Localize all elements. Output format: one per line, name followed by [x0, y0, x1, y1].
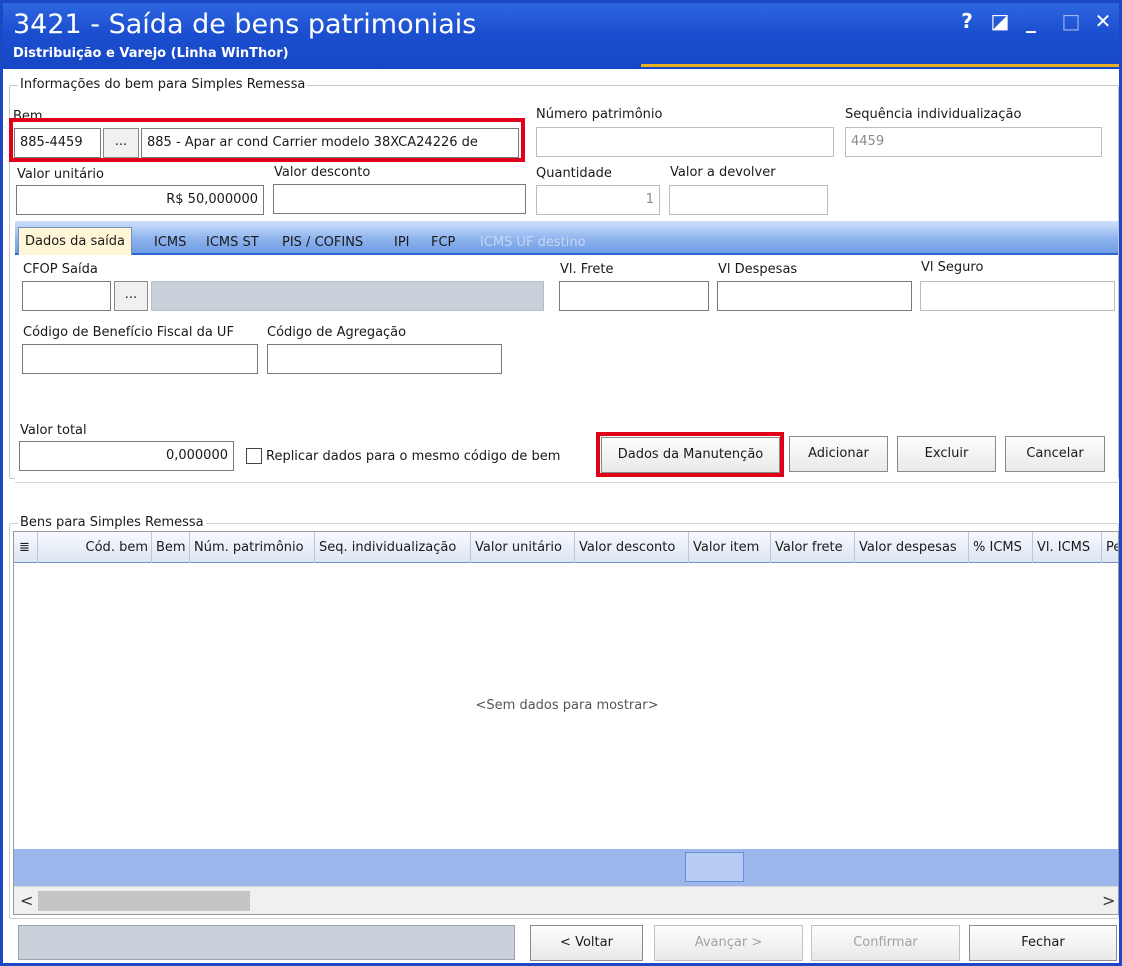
- valor-devolver-field[interactable]: [669, 185, 828, 215]
- column-header[interactable]: Núm. patrimônio: [190, 532, 315, 563]
- window-title: 3421 - Saída de bens patrimoniais: [13, 9, 477, 40]
- voltar-button[interactable]: < Voltar: [530, 925, 643, 961]
- main-window: 3421 - Saída de bens patrimoniais Distri…: [0, 0, 1122, 966]
- cod-beneficio-field[interactable]: [22, 344, 258, 374]
- close-icon[interactable]: ✕: [1091, 9, 1115, 33]
- cod-agregacao-label: Código de Agregação: [267, 325, 407, 340]
- tab-dados-saida[interactable]: Dados da saída: [18, 227, 133, 255]
- tab-pis-cofins[interactable]: PIS / COFINS: [278, 231, 367, 255]
- valor-total-field[interactable]: 0,000000: [19, 441, 234, 471]
- column-header[interactable]: Valor despesas: [855, 532, 969, 563]
- scroll-right-icon[interactable]: >: [1102, 891, 1115, 910]
- column-header[interactable]: Bem: [152, 532, 190, 563]
- valor-unitario-label: Valor unitário: [17, 167, 104, 182]
- window-subtitle: Distribuição e Varejo (Linha WinThor): [13, 46, 289, 61]
- avancar-button[interactable]: Avançar >: [654, 925, 803, 961]
- bem-lookup-button[interactable]: ...: [103, 128, 139, 158]
- valor-total-label: Valor total: [20, 423, 87, 438]
- restore-icon[interactable]: ◪: [988, 9, 1012, 33]
- replicar-checkbox[interactable]: [246, 448, 262, 464]
- adicionar-button[interactable]: Adicionar: [789, 436, 888, 472]
- confirmar-button[interactable]: Confirmar: [811, 925, 960, 961]
- cfop-label: CFOP Saída: [23, 262, 98, 277]
- vl-frete-label: Vl. Frete: [560, 262, 614, 277]
- grid-header: ≣ Cód. bem Bem Núm. patrimônio Seq. indi…: [14, 532, 1118, 563]
- cancelar-button[interactable]: Cancelar: [1005, 436, 1105, 472]
- minimize-icon[interactable]: _: [1019, 9, 1043, 33]
- vl-despesas-field[interactable]: [717, 281, 912, 311]
- tab-icms-st[interactable]: ICMS ST: [202, 231, 263, 255]
- fechar-button[interactable]: Fechar: [969, 925, 1117, 961]
- column-header[interactable]: Valor desconto: [575, 532, 689, 563]
- tab-ipi[interactable]: IPI: [390, 231, 414, 255]
- cod-agregacao-field[interactable]: [267, 344, 502, 374]
- info-group-title: Informações do bem para Simples Remessa: [18, 77, 308, 92]
- scroll-left-icon[interactable]: <: [20, 891, 33, 910]
- column-header[interactable]: Cód. bem: [38, 532, 152, 563]
- quantidade-field[interactable]: 1: [536, 185, 660, 215]
- title-bar[interactable]: 3421 - Saída de bens patrimoniais Distri…: [3, 3, 1119, 69]
- help-icon[interactable]: ?: [955, 9, 979, 33]
- numero-patrimonio-label: Número patrimônio: [536, 107, 663, 122]
- horizontal-scrollbar[interactable]: < >: [14, 886, 1118, 914]
- bens-group-title: Bens para Simples Remessa: [18, 515, 206, 530]
- tab-icms-uf-destino: ICMS UF destino: [480, 235, 586, 250]
- grid-footer: [14, 849, 1118, 886]
- title-accent-stripe: [641, 64, 1119, 67]
- column-header[interactable]: Seq. individualização: [315, 532, 471, 563]
- tab-fcp[interactable]: FCP: [427, 231, 459, 255]
- valor-devolver-label: Valor a devolver: [670, 165, 776, 180]
- column-header[interactable]: % ICMS: [969, 532, 1033, 563]
- maximize-icon[interactable]: □: [1059, 9, 1083, 33]
- bem-description-field[interactable]: 885 - Apar ar cond Carrier modelo 38XCA2…: [141, 128, 519, 158]
- tab-icms[interactable]: ICMS: [150, 231, 190, 255]
- status-panel: [18, 925, 515, 960]
- excluir-button[interactable]: Excluir: [897, 436, 996, 472]
- bem-code-field[interactable]: 885-4459: [14, 128, 101, 158]
- bem-label: Bem: [13, 109, 43, 124]
- sequencia-label: Sequência individualização: [845, 107, 1022, 122]
- cfop-description-field: [151, 281, 544, 311]
- vl-despesas-label: Vl Despesas: [718, 262, 798, 277]
- column-header[interactable]: Vl. ICMS: [1033, 532, 1102, 563]
- column-header[interactable]: Valor item: [689, 532, 771, 563]
- column-header[interactable]: Pe: [1102, 532, 1118, 563]
- column-header[interactable]: Valor frete: [771, 532, 855, 563]
- numero-patrimonio-field[interactable]: [536, 127, 834, 157]
- vl-seguro-field[interactable]: [920, 281, 1115, 311]
- grid-footer-cell: [685, 852, 744, 882]
- scrollbar-thumb[interactable]: [38, 891, 250, 911]
- column-header[interactable]: Valor unitário: [471, 532, 575, 563]
- column-chooser-icon[interactable]: ≣: [14, 532, 38, 563]
- tab-bar: Dados da saída ICMS ICMS ST PIS / COFINS…: [15, 221, 1118, 255]
- cfop-field[interactable]: [22, 281, 111, 311]
- vl-frete-field[interactable]: [559, 281, 709, 311]
- quantidade-label: Quantidade: [536, 166, 612, 181]
- replicar-label: Replicar dados para o mesmo código de be…: [266, 449, 561, 464]
- vl-seguro-label: Vl Seguro: [921, 260, 984, 275]
- valor-desconto-field[interactable]: [273, 184, 526, 214]
- dados-manutencao-button[interactable]: Dados da Manutenção: [601, 437, 780, 473]
- grid-empty-message: <Sem dados para mostrar>: [475, 698, 659, 713]
- sequencia-field[interactable]: 4459: [845, 127, 1102, 157]
- valor-desconto-label: Valor desconto: [274, 165, 371, 180]
- cfop-lookup-button[interactable]: ...: [114, 281, 148, 311]
- bens-grid[interactable]: ≣ Cód. bem Bem Núm. patrimônio Seq. indi…: [13, 531, 1119, 915]
- cod-beneficio-label: Código de Benefício Fiscal da UF: [23, 325, 234, 340]
- valor-unitario-field[interactable]: R$ 50,000000: [16, 185, 264, 215]
